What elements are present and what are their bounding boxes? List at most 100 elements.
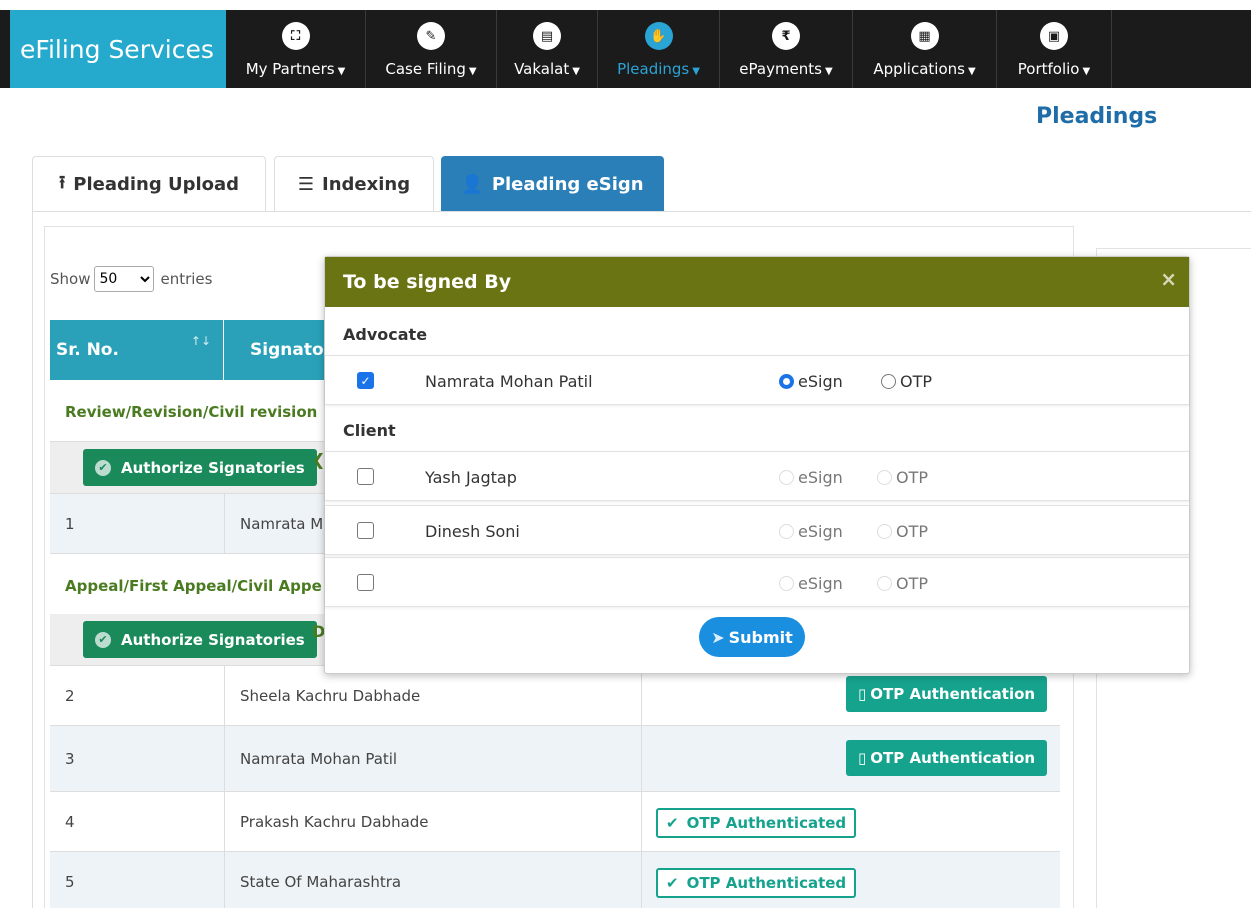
nav-my-partners[interactable]: ⛶ My Partners ▼ (226, 10, 366, 88)
nav-applications[interactable]: ▦ Applications ▼ (853, 10, 997, 88)
client-checkbox[interactable] (357, 522, 374, 539)
table-row: 3 Namrata Mohan Patil ▯ OTP Authenticatio… (50, 726, 1060, 792)
nav-label: ePayments (739, 60, 822, 78)
nav-label: Applications (873, 60, 965, 78)
signer-name: Yash Jagtap (425, 467, 517, 487)
caret-down-icon: ▼ (825, 66, 833, 77)
radio-label: OTP (900, 371, 933, 391)
caret-down-icon: ▼ (468, 66, 477, 77)
page-title: Pleadings (1036, 104, 1158, 129)
client-checkbox[interactable] (357, 574, 374, 591)
list-icon: ☰ (297, 174, 315, 195)
table-row: 5 State Of Maharashtra ✔ OTP Authenticate… (50, 852, 1060, 908)
button-label: Submit (728, 627, 793, 647)
advocate-checkbox[interactable]: ✓ (357, 372, 374, 389)
caret-down-icon: ▼ (1082, 66, 1091, 77)
nav-case-filing[interactable]: ✎ Case Filing ▼ (366, 10, 497, 88)
header-sr-no[interactable]: Sr. No. ↑↓ (50, 320, 224, 380)
check-circle-icon: ✔ (95, 459, 111, 476)
radio-icon (779, 469, 794, 485)
sr-no-cell: 4 (65, 812, 75, 831)
otp-authentication-button[interactable]: ▯ OTP Authentication (846, 740, 1048, 776)
radio-label: OTP (896, 521, 929, 541)
radio-label: eSign (798, 371, 843, 391)
radio-label: OTP (896, 467, 929, 487)
briefcase-icon: ▣ (1040, 22, 1068, 50)
sr-no-cell: 1 (65, 514, 75, 533)
top-navbar: eFiling Services ⛶ My Partners ▼ ✎ Case F… (0, 10, 1251, 88)
radio-label: OTP (896, 573, 929, 593)
badge-label: OTP Authenticated (686, 814, 847, 832)
nav-portfolio[interactable]: ▣ Portfolio ▼ (997, 10, 1112, 88)
tab-indexing[interactable]: ☰ Indexing (274, 156, 434, 212)
tab-pleading-esign[interactable]: 👤 Pleading eSign (441, 156, 664, 212)
otp-radio[interactable]: OTP (877, 452, 928, 502)
signatory-cell: Prakash Kachru Dabhade (240, 812, 429, 831)
signer-name: Dinesh Soni (425, 521, 520, 541)
esign-radio[interactable]: eSign (779, 558, 843, 608)
tab-label: Pleading eSign (491, 174, 644, 195)
signatory-cell: Namrata M (240, 514, 324, 533)
partners-icon: ⛶ (281, 22, 310, 50)
header-label: Sr. No. (56, 340, 119, 360)
client-row: Yash Jagtap eSign OTP (325, 451, 1189, 501)
otp-authentication-button[interactable]: ▯ OTP Authentication (846, 676, 1048, 712)
radio-selected-icon (779, 373, 794, 389)
advocate-row: ✓ Namrata Mohan Patil eSign OTP (325, 355, 1189, 405)
otp-radio[interactable]: OTP (877, 558, 928, 608)
nav-pleadings[interactable]: ✋ Pleadings ▼ (598, 10, 720, 88)
button-label: Authorize Signatories (121, 458, 305, 477)
otp-authenticated-badge: ✔ OTP Authenticated (656, 808, 857, 838)
submit-button[interactable]: ➤ Submit (699, 617, 805, 657)
badge-label: OTP Authenticated (686, 874, 847, 892)
entries-label: entries (160, 270, 213, 288)
phone-icon: ▯ (858, 749, 867, 767)
authorize-signatories-button[interactable]: ✔ Authorize Signatories (83, 621, 317, 658)
client-row: eSign OTP (325, 557, 1189, 607)
esign-radio[interactable]: eSign (779, 356, 843, 406)
signatory-cell: State Of Maharashtra (240, 872, 402, 891)
esign-radio[interactable]: eSign (779, 452, 843, 502)
client-checkbox[interactable] (357, 468, 374, 485)
document-icon: ▤ (533, 22, 561, 50)
advocate-label: Advocate (343, 325, 428, 344)
otp-radio[interactable]: OTP (881, 356, 932, 406)
header-label: Signator (250, 340, 333, 360)
radio-label: eSign (798, 467, 843, 487)
authorize-signatories-button[interactable]: ✔ Authorize Signatories (83, 449, 317, 486)
close-icon[interactable]: × (1160, 267, 1177, 291)
brand-logo[interactable]: eFiling Services (10, 10, 226, 88)
caret-down-icon: ▼ (967, 66, 976, 77)
radio-icon (877, 469, 892, 485)
tab-pleading-upload[interactable]: ⭱ Pleading Upload (32, 156, 266, 212)
show-entries: Show 50 entries (50, 266, 212, 292)
upload-icon: ⭱ (58, 171, 66, 193)
sr-no-cell: 3 (65, 749, 75, 768)
esign-radio[interactable]: eSign (779, 506, 843, 556)
caret-down-icon: ▼ (337, 66, 346, 77)
check-icon: ✔ (666, 814, 679, 832)
hands-icon: ✋ (644, 22, 673, 50)
caret-down-icon: ▼ (692, 66, 700, 77)
caret-down-icon: ▼ (572, 66, 580, 77)
entries-select[interactable]: 50 (94, 266, 155, 292)
radio-icon (877, 575, 892, 591)
otp-radio[interactable]: OTP (877, 506, 928, 556)
otp-authenticated-badge: ✔ OTP Authenticated (656, 868, 857, 898)
signer-name: Namrata Mohan Patil (425, 371, 593, 391)
nav-label: Portfolio (1017, 60, 1080, 78)
radio-icon (881, 373, 896, 389)
radio-icon (779, 523, 794, 539)
rupee-icon: ₹ (772, 22, 800, 50)
nav-vakalat[interactable]: ▤ Vakalat ▼ (497, 10, 598, 88)
file-icon: ▦ (910, 22, 939, 50)
pencil-icon: ✎ (417, 22, 445, 50)
nav-label: Pleadings (617, 60, 690, 78)
client-label: Client (343, 421, 396, 440)
modal-title: To be signed By (343, 271, 512, 293)
nav-epayments[interactable]: ₹ ePayments ▼ (720, 10, 853, 88)
nav-label: Case Filing (385, 60, 466, 78)
phone-icon: ▯ (858, 685, 867, 703)
button-label: Authorize Signatories (121, 630, 305, 649)
radio-label: eSign (798, 521, 843, 541)
